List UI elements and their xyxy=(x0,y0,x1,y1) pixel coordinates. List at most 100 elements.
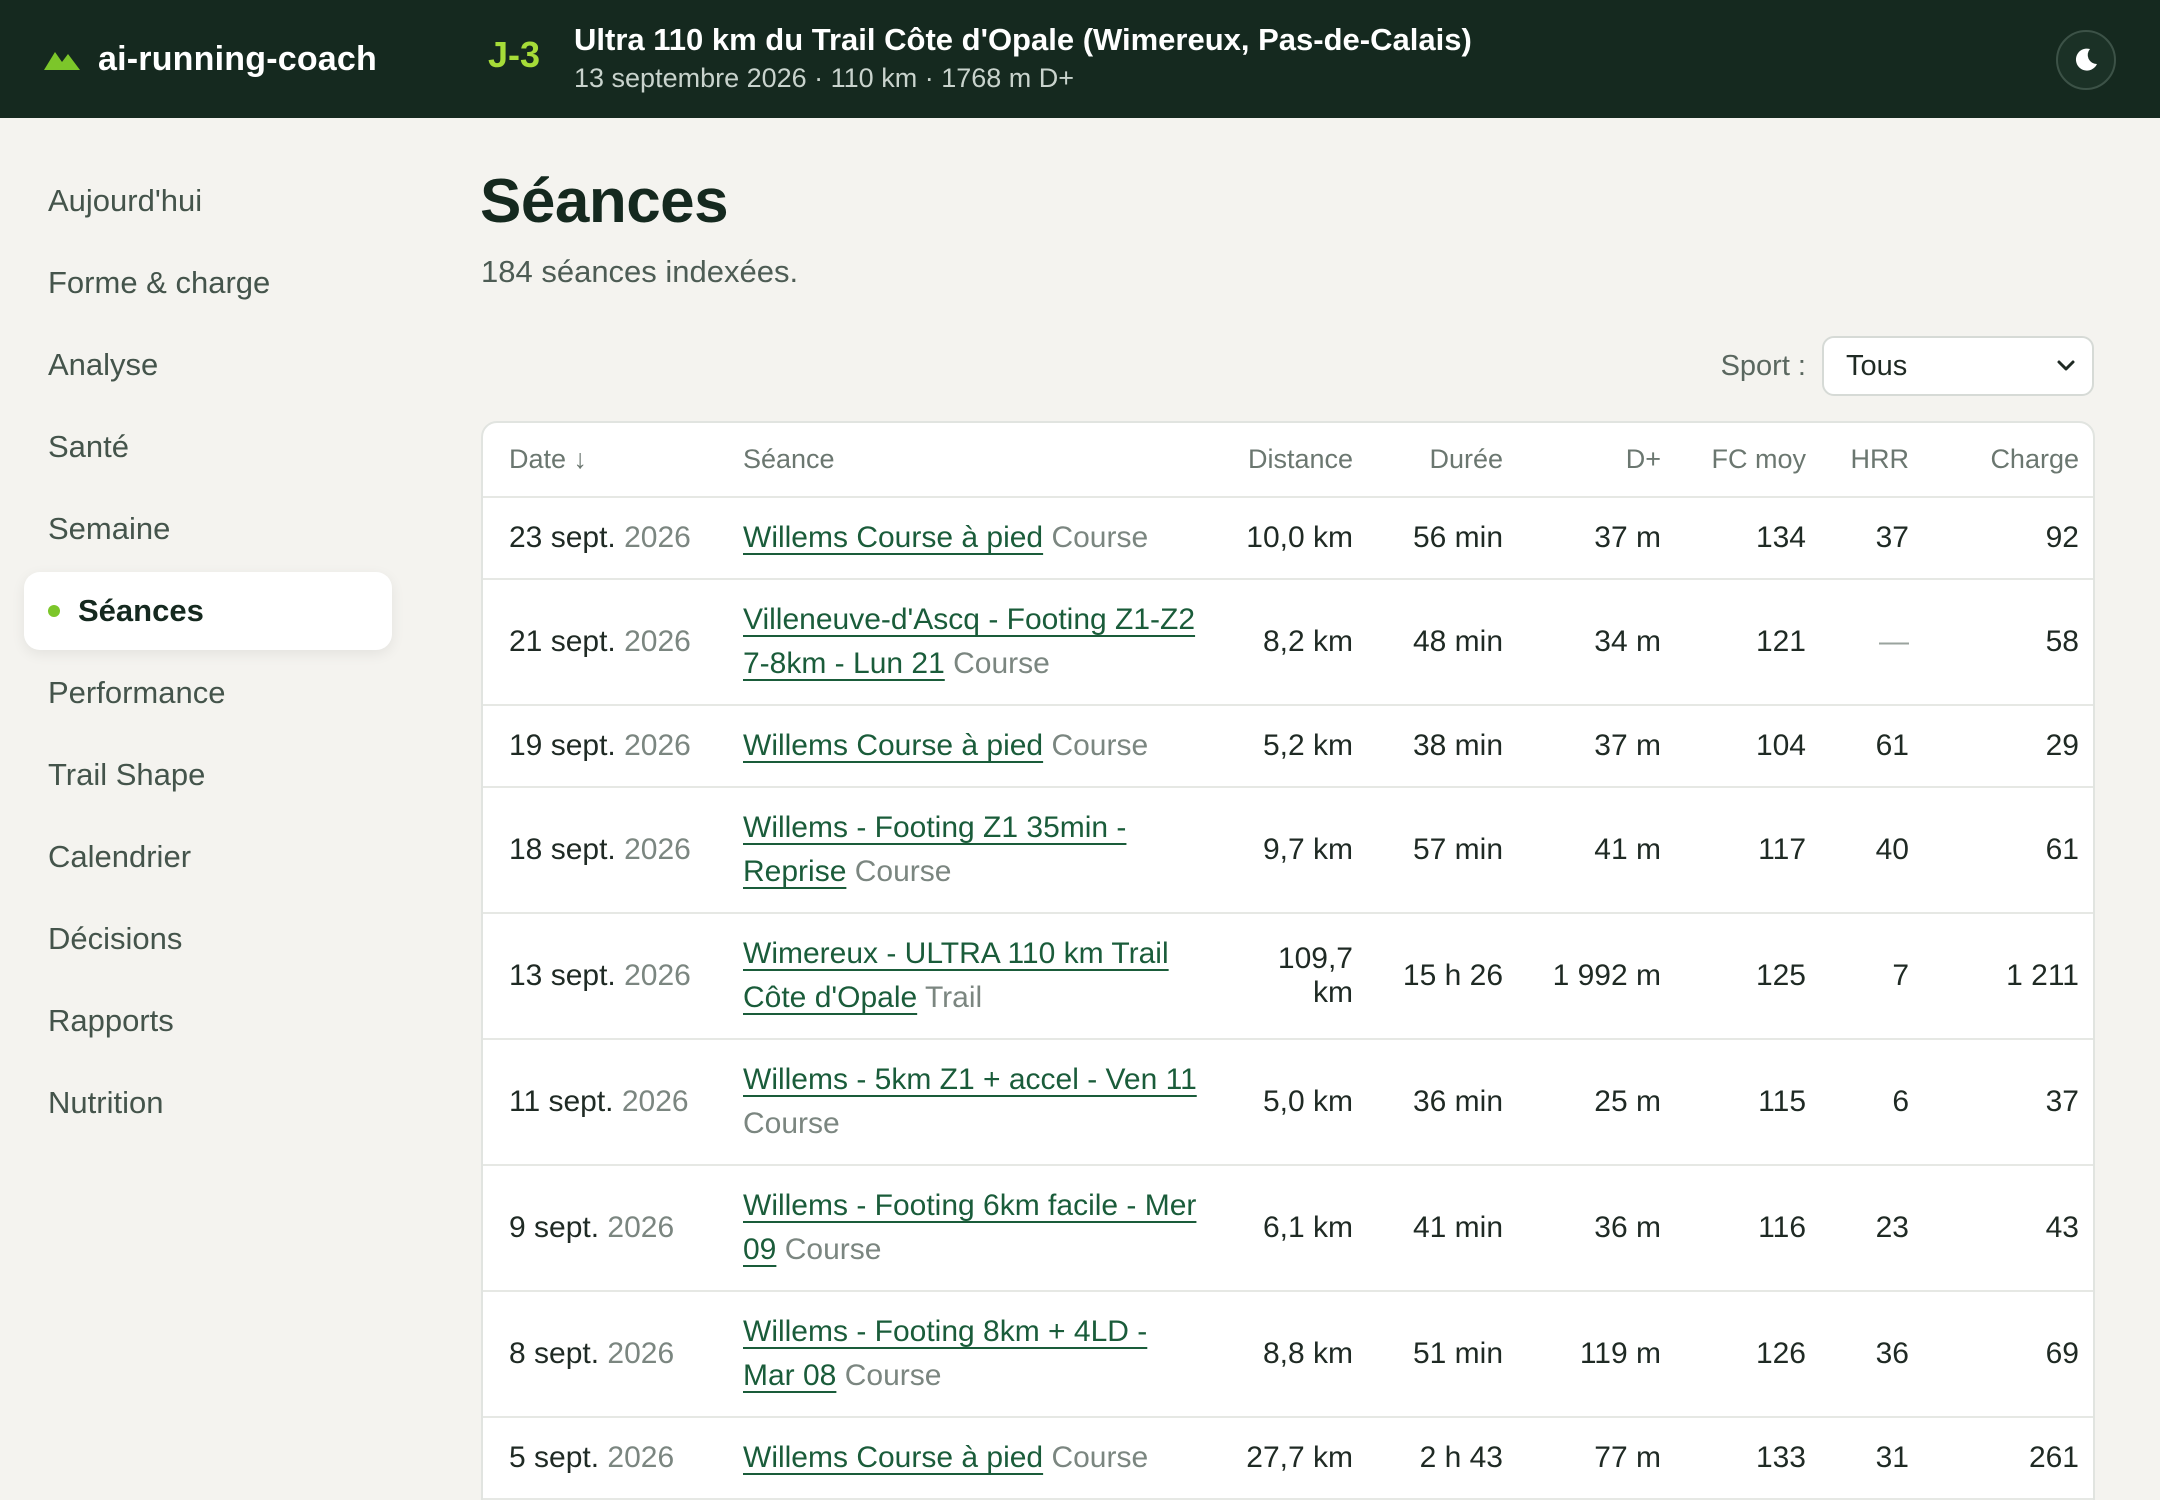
column-header-session[interactable]: Séance xyxy=(725,423,1215,498)
column-header-elevation[interactable]: D+ xyxy=(1521,423,1679,498)
sidebar-item-label: Analyse xyxy=(48,347,159,382)
date-day: 18 sept. xyxy=(509,833,616,866)
session-cell: Willems - 5km Z1 + accel - Ven 11 Course xyxy=(725,1039,1215,1166)
sidebar-item[interactable]: Décisions xyxy=(24,900,392,978)
sidebar-item-label: Forme & charge xyxy=(48,265,271,300)
sidebar-item[interactable]: Semaine xyxy=(24,490,392,568)
sidebar-item[interactable]: Séances xyxy=(24,572,392,650)
sport-select[interactable]: Tous xyxy=(1822,336,2094,396)
theme-toggle-button[interactable] xyxy=(2056,30,2116,90)
session-load: 43 xyxy=(1927,1165,2093,1292)
session-load: 92 xyxy=(1927,497,2093,580)
sport-filter-label: Sport : xyxy=(1720,349,1806,382)
sidebar-item[interactable]: Performance xyxy=(24,654,392,732)
session-link[interactable]: Willems Course à pied xyxy=(743,1441,1043,1474)
session-distance: 10,0 km xyxy=(1215,497,1371,580)
session-duration: 2 h 43 xyxy=(1371,1417,1521,1500)
session-distance: 5,0 km xyxy=(1215,1039,1371,1166)
session-avg-hr: 134 xyxy=(1679,497,1824,580)
session-distance: 9,7 km xyxy=(1215,787,1371,914)
table-row[interactable]: 5 sept. 2026 Willems Course à pied Course… xyxy=(483,1417,2093,1500)
session-elevation: 37 m xyxy=(1521,705,1679,788)
session-hrr: 7 xyxy=(1824,913,1927,1040)
sidebar-item[interactable]: Santé xyxy=(24,408,392,486)
session-cell: Willems - Footing 6km facile - Mer 09 Co… xyxy=(725,1165,1215,1292)
session-avg-hr: 117 xyxy=(1679,787,1824,914)
brand[interactable]: ai-running-coach xyxy=(44,0,377,118)
column-header-duration[interactable]: Durée xyxy=(1371,423,1521,498)
date-day: 11 sept. xyxy=(509,1085,614,1118)
sidebar-item-label: Trail Shape xyxy=(48,757,206,792)
session-hrr: — xyxy=(1824,579,1927,706)
session-link[interactable]: Willems - 5km Z1 + accel - Ven 11 xyxy=(743,1063,1197,1096)
sport-select-value: Tous xyxy=(1846,349,1908,382)
table-row[interactable]: 18 sept. 2026 Willems - Footing Z1 35min … xyxy=(483,787,2093,914)
session-distance: 109,7 km xyxy=(1215,913,1371,1040)
session-distance: 27,7 km xyxy=(1215,1417,1371,1500)
session-type: Course xyxy=(844,1359,942,1392)
session-duration: 48 min xyxy=(1371,579,1521,706)
session-load: 61 xyxy=(1927,787,2093,914)
session-type: Course xyxy=(953,647,1050,680)
session-load: 69 xyxy=(1927,1291,2093,1418)
session-link[interactable]: Willems - Footing 8km + 4LD - Mar 08 xyxy=(743,1315,1147,1392)
session-type: Course xyxy=(1051,729,1149,762)
column-header-date[interactable]: Date ↓ xyxy=(483,423,725,498)
session-load: 1 211 xyxy=(1927,913,2093,1040)
date-day: 13 sept. xyxy=(509,959,616,992)
table-row[interactable]: 23 sept. 2026 Willems Course à pied Cours… xyxy=(483,497,2093,580)
sidebar-item[interactable]: Aujourd'hui xyxy=(24,162,392,240)
date-year: 2026 xyxy=(607,1337,675,1370)
date-year: 2026 xyxy=(621,1085,689,1118)
sidebar-item-label: Performance xyxy=(48,675,226,710)
session-cell: Willems Course à pied Course xyxy=(725,1417,1215,1500)
table-row[interactable]: 21 sept. 2026 Villeneuve-d'Ascq - Footing… xyxy=(483,579,2093,706)
date-year: 2026 xyxy=(624,833,691,866)
sidebar-item-label: Rapports xyxy=(48,1003,174,1038)
table-row[interactable]: 8 sept. 2026 Willems - Footing 8km + 4LD … xyxy=(483,1291,2093,1418)
table-row[interactable]: 11 sept. 2026 Willems - 5km Z1 + accel - … xyxy=(483,1039,2093,1166)
table-row[interactable]: 9 sept. 2026 Willems - Footing 6km facile… xyxy=(483,1165,2093,1292)
date-year: 2026 xyxy=(607,1441,675,1474)
sidebar-item[interactable]: Calendrier xyxy=(24,818,392,896)
sidebar-item-label: Calendrier xyxy=(48,839,192,874)
session-duration: 51 min xyxy=(1371,1291,1521,1418)
session-date: 19 sept. 2026 xyxy=(483,705,725,788)
table-row[interactable]: 19 sept. 2026 Willems Course à pied Cours… xyxy=(483,705,2093,788)
session-load: 58 xyxy=(1927,579,2093,706)
session-type: Course xyxy=(1051,521,1149,554)
session-cell: Wimereux - ULTRA 110 km Trail Côte d'Opa… xyxy=(725,913,1215,1040)
session-duration: 57 min xyxy=(1371,787,1521,914)
session-elevation: 25 m xyxy=(1521,1039,1679,1166)
session-hrr: 61 xyxy=(1824,705,1927,788)
session-link[interactable]: Willems Course à pied xyxy=(743,521,1043,554)
app-name: ai-running-coach xyxy=(98,39,377,78)
session-hrr: 37 xyxy=(1824,497,1927,580)
session-distance: 5,2 km xyxy=(1215,705,1371,788)
session-cell: Willems - Footing 8km + 4LD - Mar 08 Cou… xyxy=(725,1291,1215,1418)
sidebar-item[interactable]: Rapports xyxy=(24,982,392,1060)
date-day: 8 sept. xyxy=(509,1337,600,1370)
date-year: 2026 xyxy=(624,959,691,992)
mountain-icon xyxy=(44,52,80,70)
sidebar-item[interactable]: Forme & charge xyxy=(24,244,392,322)
sidebar-item[interactable]: Analyse xyxy=(24,326,392,404)
session-elevation: 41 m xyxy=(1521,787,1679,914)
table-row[interactable]: 13 sept. 2026 Wimereux - ULTRA 110 km Tra… xyxy=(483,913,2093,1040)
session-link[interactable]: Willems Course à pied xyxy=(743,729,1043,762)
session-hrr: 6 xyxy=(1824,1039,1927,1166)
column-header-hrr[interactable]: HRR xyxy=(1824,423,1927,498)
session-cell: Willems Course à pied Course xyxy=(725,705,1215,788)
session-avg-hr: 125 xyxy=(1679,913,1824,1040)
top-bar: ai-running-coach J-3 Ultra 110 km du Tra… xyxy=(0,0,2160,118)
session-type: Course xyxy=(1051,1441,1149,1474)
session-cell: Willems - Footing Z1 35min - Reprise Cou… xyxy=(725,787,1215,914)
sidebar-item[interactable]: Trail Shape xyxy=(24,736,392,814)
column-header-distance[interactable]: Distance xyxy=(1215,423,1371,498)
session-avg-hr: 104 xyxy=(1679,705,1824,788)
session-distance: 8,2 km xyxy=(1215,579,1371,706)
session-date: 9 sept. 2026 xyxy=(483,1165,725,1292)
column-header-load[interactable]: Charge xyxy=(1927,423,2093,498)
column-header-avg-hr[interactable]: FC moy xyxy=(1679,423,1824,498)
sidebar-item[interactable]: Nutrition xyxy=(24,1064,392,1142)
